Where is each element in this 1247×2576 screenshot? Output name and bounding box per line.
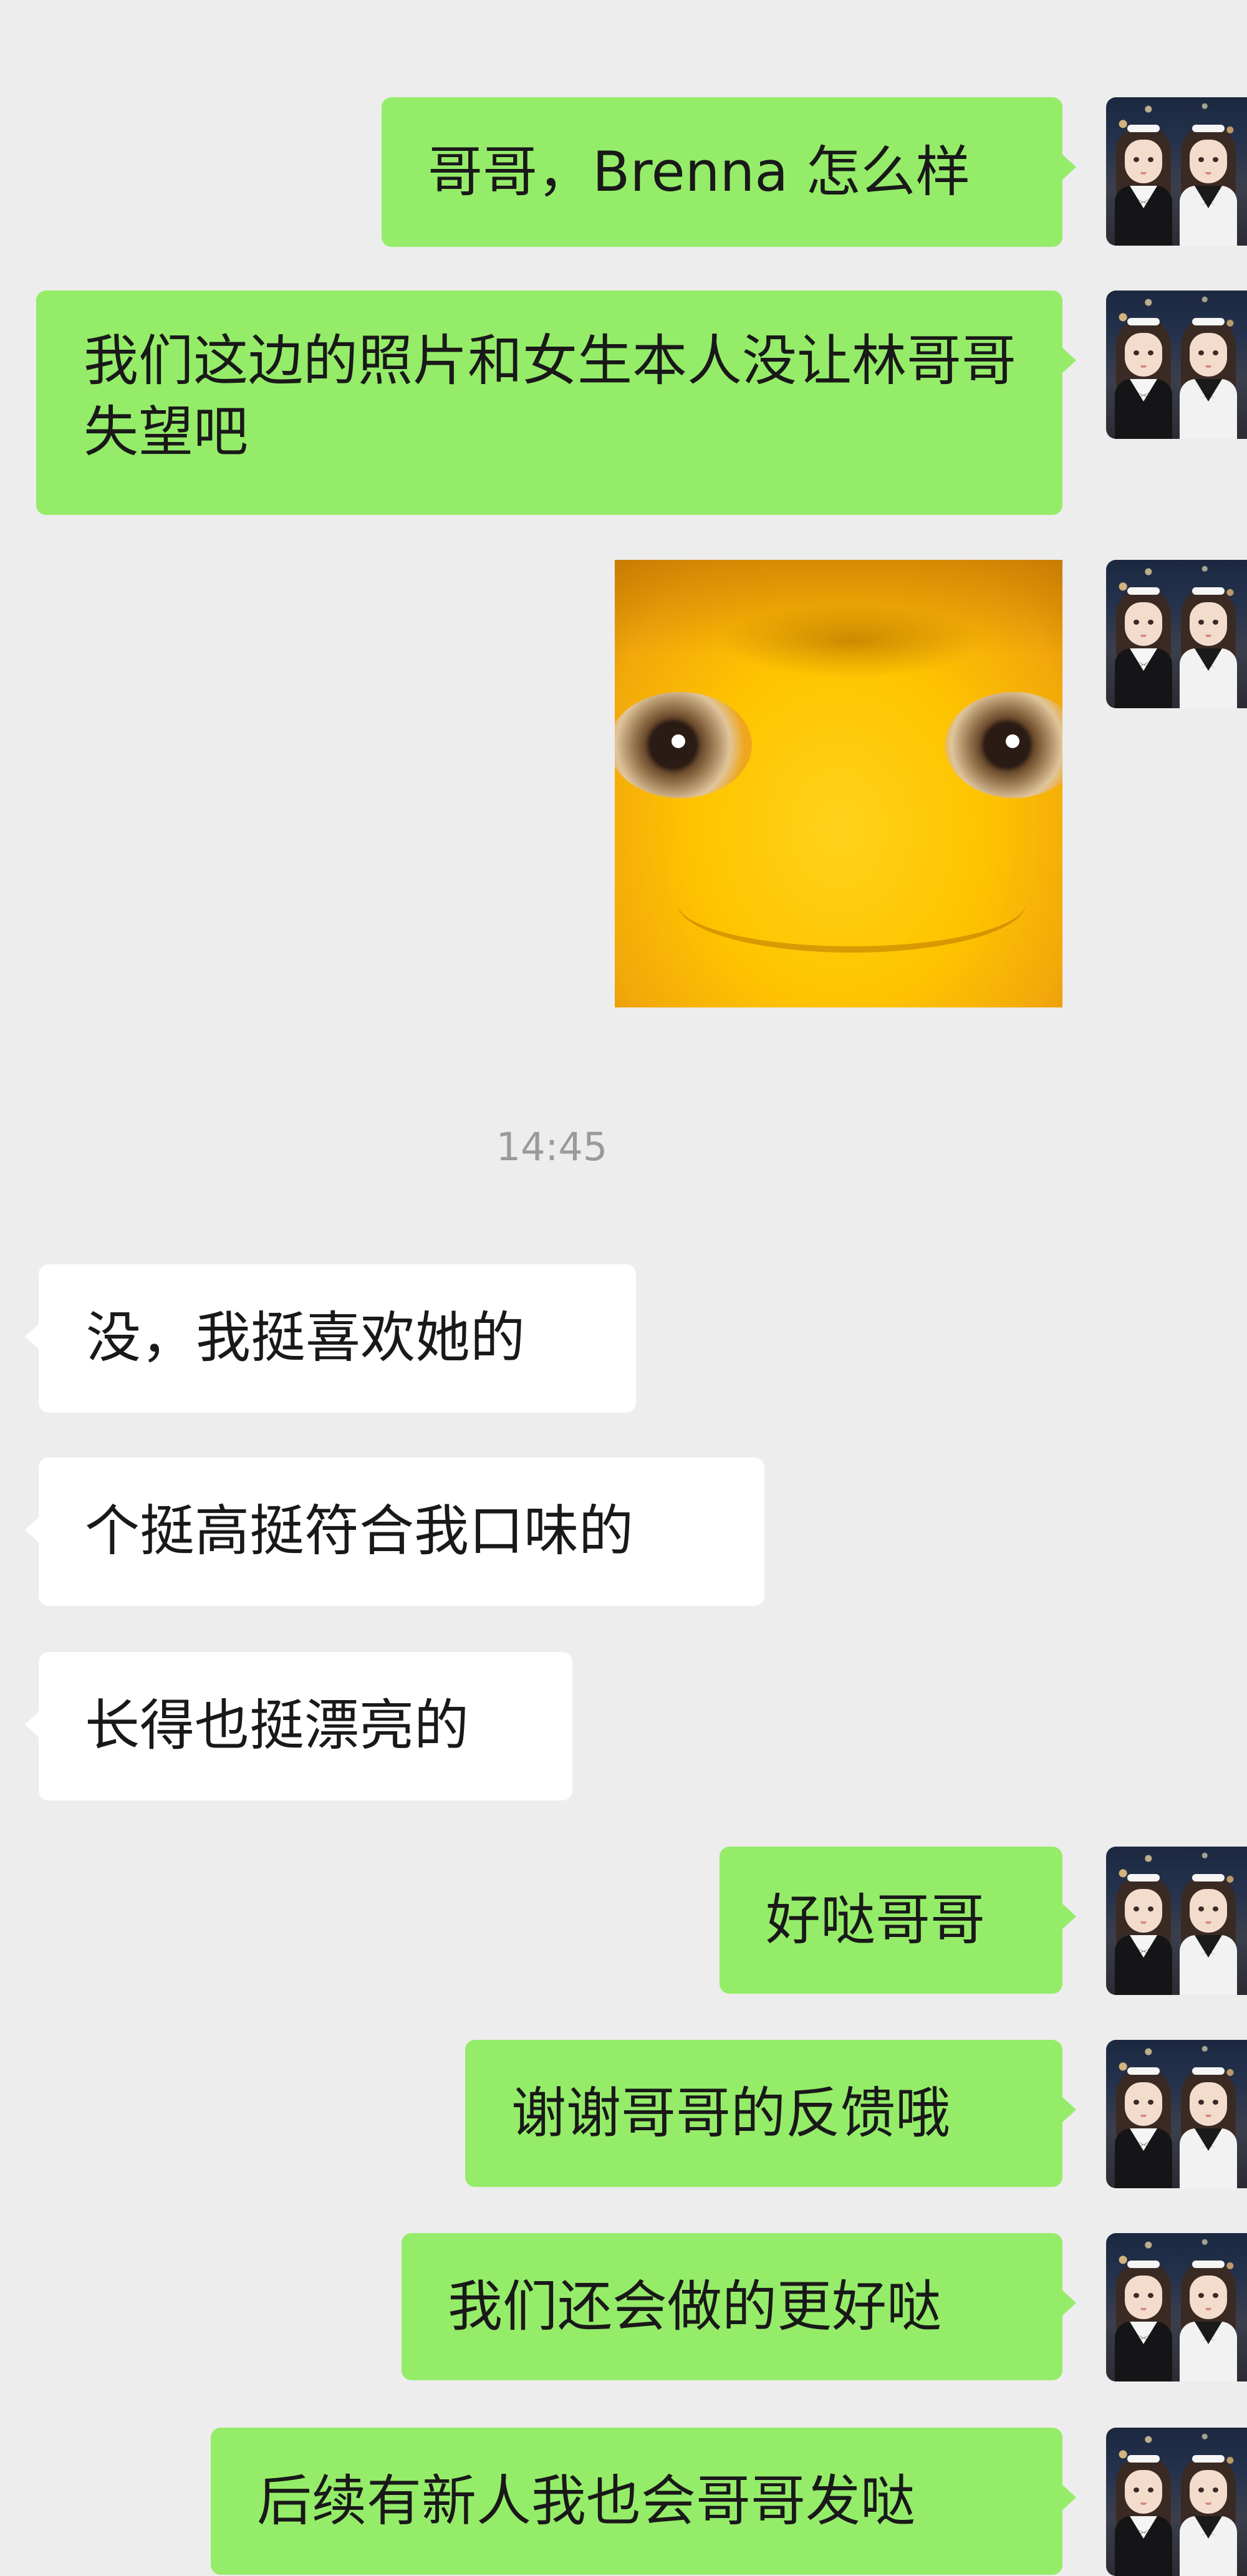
avatar[interactable] (1106, 97, 1247, 246)
yellow-face-sticker[interactable] (615, 560, 1062, 1007)
message-text: 我们这边的照片和女生本人没让林哥哥失望吧 (84, 329, 1017, 464)
message-bubble-sent[interactable]: 我们还会做的更好哒 (402, 2233, 1076, 2380)
message-bubble-sent[interactable]: 谢谢哥哥的反馈哦 (465, 2040, 1076, 2187)
message-bubble-received[interactable]: 没，我挺喜欢她的 (25, 1264, 636, 1413)
message-bubble-received[interactable]: 长得也挺漂亮的 (25, 1652, 572, 1800)
avatar[interactable] (1106, 1847, 1247, 1995)
message-text: 哥哥，Brenna 怎么样 (428, 140, 971, 204)
message-text: 没，我挺喜欢她的 (86, 1305, 526, 1370)
message-text: 个挺高挺符合我口味的 (85, 1499, 634, 1563)
message-bubble-sent[interactable]: 好哒哥哥 (720, 1847, 1076, 1994)
message-bubble-sent[interactable]: 哥哥，Brenna 怎么样 (382, 97, 1076, 247)
message-text: 谢谢哥哥的反馈哦 (511, 2081, 951, 2145)
avatar[interactable] (1106, 2040, 1247, 2188)
message-bubble-sent[interactable]: 后续有新人我也会哥哥发哒 (211, 2428, 1076, 2575)
message-bubble-sent[interactable]: 我们这边的照片和女生本人没让林哥哥失望吧 (36, 291, 1076, 515)
message-text: 长得也挺漂亮的 (85, 1693, 469, 1757)
chat-history[interactable]: 哥哥，Brenna 怎么样 我们这边的照片和女生本人没让林哥哥失望吧 14:45… (0, 0, 1247, 2576)
avatar[interactable] (1106, 291, 1247, 439)
message-text: 我们还会做的更好哒 (448, 2274, 942, 2338)
avatar[interactable] (1106, 2233, 1247, 2381)
message-text: 后续有新人我也会哥哥发哒 (257, 2469, 916, 2533)
avatar[interactable] (1106, 2428, 1247, 2576)
message-bubble-received[interactable]: 个挺高挺符合我口味的 (25, 1458, 764, 1606)
message-timestamp: 14:45 (496, 1124, 608, 1170)
avatar[interactable] (1106, 560, 1247, 708)
message-text: 好哒哥哥 (766, 1888, 986, 1952)
